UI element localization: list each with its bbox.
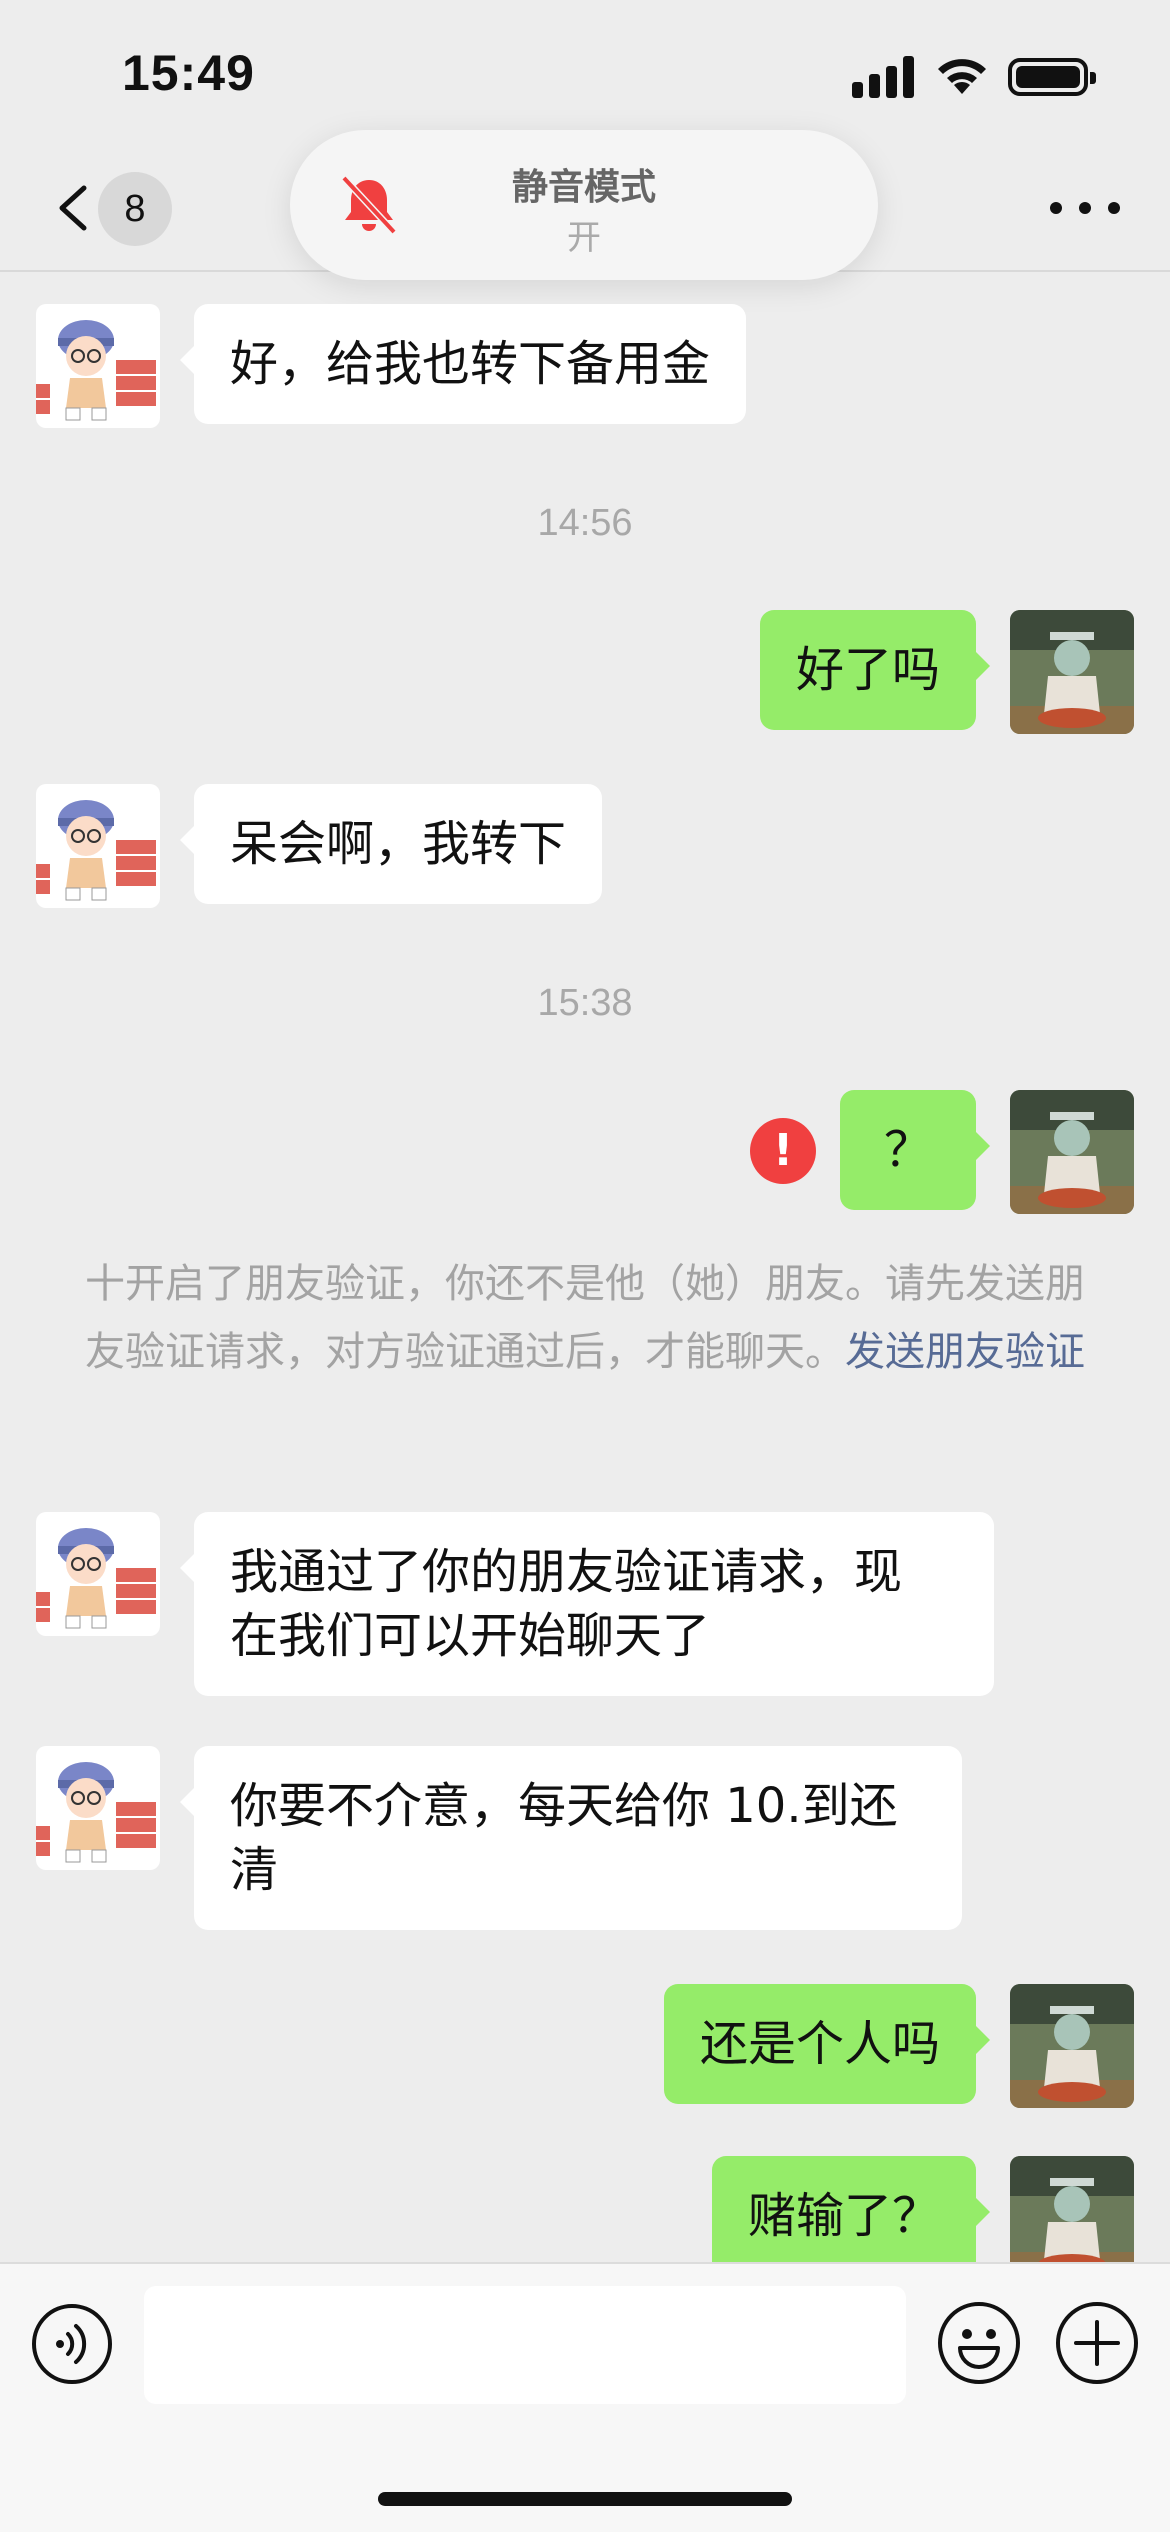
home-indicator[interactable] [378, 2492, 792, 2506]
status-time: 15:49 [122, 45, 255, 101]
contact-avatar[interactable] [36, 1512, 160, 1636]
message-text: 呆会啊，我转下 [230, 816, 567, 872]
wifi-icon [938, 59, 986, 94]
user-avatar[interactable] [1010, 1090, 1134, 1214]
message-timestamp: 14:56 [537, 502, 633, 544]
send-verification-link[interactable]: 发送朋友验证 [845, 1329, 1085, 1375]
message-bubble-outgoing[interactable]: 还是个人吗 [663, 1984, 991, 2104]
voice-icon[interactable] [30, 2302, 114, 2386]
message-text-line: 在我们可以开始聊天了 [230, 1608, 711, 1664]
unread-count-badge: 8 [98, 172, 172, 246]
emoji-icon[interactable] [936, 2300, 1022, 2386]
message-timestamp: 15:38 [537, 982, 633, 1024]
message-bubble-incoming[interactable]: 你要不介意，每天给你 10.到还 清 [180, 1746, 962, 1930]
contact-avatar[interactable] [36, 304, 160, 428]
more-options-button[interactable] [1050, 196, 1120, 220]
toast-state: 开 [567, 218, 601, 258]
message-bubble-incoming[interactable]: 好，给我也转下备用金 [179, 304, 747, 424]
message-bubble-incoming[interactable]: 我通过了你的朋友验证请求，现 在我们可以开始聊天了 [180, 1512, 994, 1696]
message-text: 好，给我也转下备用金 [230, 336, 711, 392]
user-avatar[interactable] [1010, 2156, 1134, 2262]
toast-title: 静音模式 [511, 167, 656, 208]
user-avatar[interactable] [1010, 1984, 1134, 2108]
message-bubble-outgoing[interactable]: 赌输了？ [711, 2156, 991, 2262]
message-text: ？ [883, 1122, 932, 1178]
message-bubble-incoming[interactable]: 呆会啊，我转下 [179, 784, 603, 904]
send-failed-icon[interactable]: ! [750, 1118, 816, 1184]
message-text: 还是个人吗 [699, 2016, 940, 2072]
status-bar: 15:49 [0, 0, 1170, 140]
silent-mode-toast: 静音模式 开 [290, 130, 878, 280]
input-bar [0, 2262, 1170, 2532]
contact-avatar[interactable] [36, 1746, 160, 1870]
contact-avatar[interactable] [36, 784, 160, 908]
battery-icon [1008, 58, 1096, 96]
message-list[interactable]: 好，给我也转下备用金 14:56 好了吗 呆会啊，我转下 15:38 ! ？ 十… [0, 272, 1170, 2262]
message-text: 好了吗 [795, 642, 940, 698]
message-text: 赌输了？ [747, 2188, 940, 2244]
chevron-left-icon [59, 185, 87, 231]
more-icon [1050, 202, 1062, 214]
message-text-line: 我通过了你的朋友验证请求，现 [230, 1544, 903, 1600]
message-bubble-outgoing[interactable]: 好了吗 [759, 610, 991, 730]
message-text-line: 你要不介意，每天给你 10.到还 [230, 1778, 898, 1834]
message-bubble-outgoing[interactable]: ？ [839, 1090, 991, 1210]
back-button[interactable]: 8 [40, 172, 180, 246]
cellular-signal-icon [852, 56, 916, 98]
user-avatar[interactable] [1010, 610, 1134, 734]
plus-icon[interactable] [1054, 2300, 1140, 2386]
message-text-line: 清 [230, 1842, 279, 1898]
friend-verification-notice: 十开启了朋友验证，你还不是他（她）朋友。请先发送朋友验证请求，对方验证通过后，才… [80, 1250, 1090, 1386]
message-input[interactable] [144, 2286, 906, 2404]
